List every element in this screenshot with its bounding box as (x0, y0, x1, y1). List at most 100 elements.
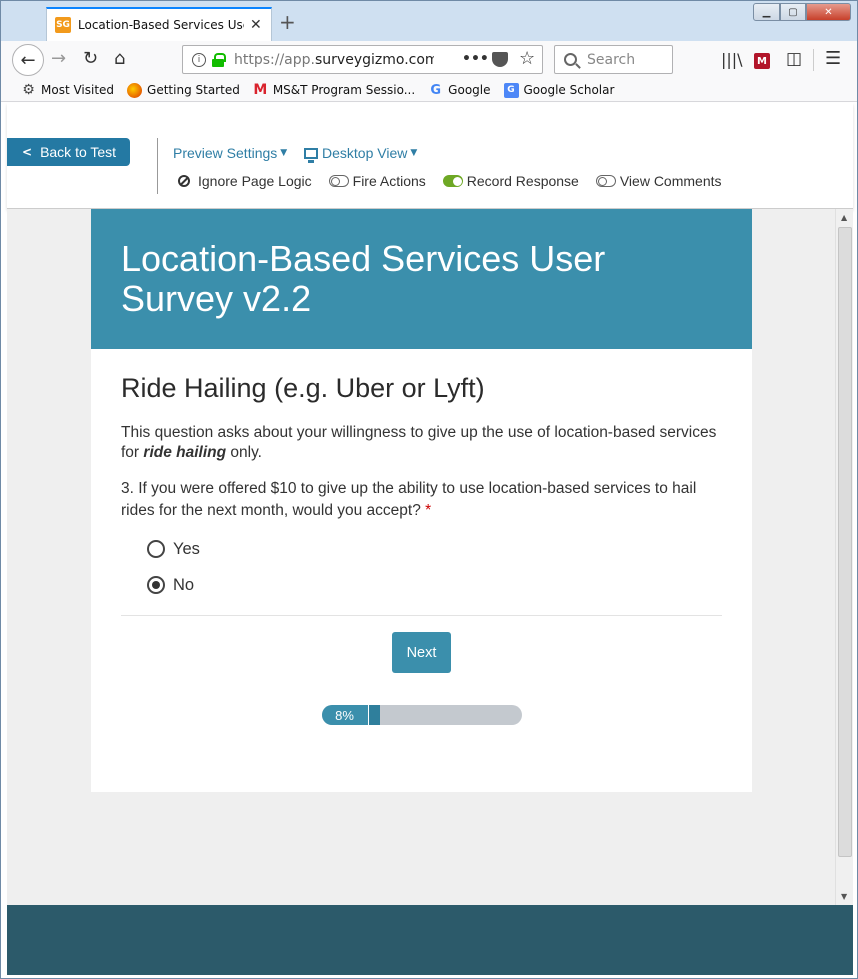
progress-marker (367, 705, 380, 725)
record-response-toggle[interactable]: Record Response (442, 173, 579, 189)
hamburger-menu-icon[interactable]: ☰ (825, 48, 841, 69)
survey-body: Ride Hailing (e.g. Uber or Lyft) This qu… (91, 349, 752, 749)
bookmark-most-visited[interactable]: ⚙ Most Visited (21, 82, 115, 98)
caret-down-icon: ▼ (410, 148, 418, 158)
option-label: No (173, 575, 195, 594)
chevron-left-icon: < (22, 145, 33, 159)
minimize-button[interactable]: ▁ (753, 3, 780, 21)
info-icon[interactable]: i (192, 52, 206, 67)
bookmark-mst-program[interactable]: M MS&T Program Sessio... (253, 82, 416, 98)
option-no[interactable]: No (147, 567, 722, 603)
option-yes[interactable]: Yes (147, 531, 722, 567)
divider (121, 615, 722, 616)
page-actions-icon[interactable]: ••• (462, 51, 489, 67)
toolbar-divider (157, 138, 158, 194)
ban-icon (178, 175, 190, 187)
survey-card: Location-Based Services User Survey v2.2… (91, 209, 752, 792)
desktop-view-label: Desktop View (322, 145, 408, 161)
new-tab-icon[interactable]: + (279, 10, 296, 34)
url-bar[interactable]: i https://app.surveygizmo.com/b ••• ☆ (182, 45, 543, 74)
question-label: 3. If you were offered $10 to give up th… (121, 480, 697, 519)
google-scholar-icon: G (503, 82, 519, 98)
bookmark-google[interactable]: G Google (428, 83, 490, 98)
back-to-test-label: Back to Test (40, 144, 117, 160)
required-marker: * (425, 502, 432, 519)
bookmarks-toolbar: ⚙ Most Visited Getting Started M MS&T Pr… (1, 79, 857, 102)
url-prefix: https://app. (234, 51, 315, 68)
radio-unchecked-icon[interactable] (147, 540, 165, 558)
mendeley-icon[interactable]: M (754, 53, 770, 69)
preview-options: Ignore Page Logic Fire Actions Record Re… (177, 173, 739, 189)
lock-icon[interactable] (212, 53, 226, 67)
intro-text-end: only. (226, 444, 262, 461)
intro-emphasis: ride hailing (143, 444, 227, 461)
maximize-button[interactable]: ▢ (780, 3, 806, 21)
tab-title: Location-Based Services User Survey (78, 18, 244, 32)
section-intro: This question asks about your willingnes… (121, 423, 722, 463)
caret-down-icon: ▼ (280, 148, 288, 158)
navigation-bar: ← → ↻ ⌂ i https://app.surveygizmo.com/b … (1, 41, 857, 79)
bookmark-star-icon[interactable]: ☆ (519, 48, 535, 69)
progress-label: 8% (335, 707, 354, 723)
view-comments-label: View Comments (619, 173, 722, 189)
bookmark-label: Getting Started (147, 83, 240, 97)
option-label: Yes (173, 539, 200, 558)
question-text: 3. If you were offered $10 to give up th… (121, 478, 722, 522)
search-placeholder: Search (587, 51, 636, 68)
reload-button[interactable]: ↻ (83, 48, 98, 69)
close-tab-icon[interactable]: ✕ (250, 17, 262, 33)
search-input[interactable]: Search (554, 45, 673, 74)
firefox-icon (127, 82, 143, 98)
tab-bar: SG Location-Based Services User Survey ✕… (1, 1, 857, 41)
gear-icon: ⚙ (22, 82, 35, 98)
ignore-page-logic-toggle[interactable]: Ignore Page Logic (177, 173, 312, 189)
pocket-icon[interactable] (492, 52, 508, 67)
search-icon (564, 53, 577, 66)
preview-settings-dropdown[interactable]: Preview Settings ▼ (173, 145, 287, 161)
bookmark-label: MS&T Program Sessio... (272, 83, 416, 97)
url-text[interactable]: https://app.surveygizmo.com/b (234, 52, 434, 68)
url-host: surveygizmo.com (315, 51, 434, 68)
page-footer (7, 905, 853, 975)
monitor-icon (304, 147, 318, 163)
record-response-label: Record Response (466, 173, 579, 189)
progress-bar: 8% (321, 705, 522, 725)
google-icon: G (430, 82, 441, 98)
toolbar-separator (813, 49, 814, 71)
bookmark-label: Google Scholar (523, 83, 615, 97)
view-comments-toggle[interactable]: View Comments (595, 173, 722, 189)
back-button[interactable]: ← (12, 44, 44, 76)
surveygizmo-favicon-icon: SG (55, 17, 71, 33)
close-window-button[interactable]: ✕ (806, 3, 851, 21)
browser-window: SG Location-Based Services User Survey ✕… (0, 0, 858, 979)
section-title: Ride Hailing (e.g. Uber or Lyft) (121, 373, 485, 403)
next-button[interactable]: Next (392, 632, 451, 673)
page-scrollbar[interactable]: ▲ ▼ (835, 209, 853, 905)
bookmark-label: Most Visited (41, 83, 115, 97)
scrollbar-thumb[interactable] (838, 227, 852, 857)
m-logo-icon: M (253, 82, 268, 98)
desktop-view-dropdown[interactable]: Desktop View ▼ (304, 145, 418, 163)
toggle-on-icon (442, 175, 463, 187)
library-icon[interactable]: |||\ (721, 50, 743, 69)
progress-fill: 8% (321, 705, 368, 725)
scroll-down-icon[interactable]: ▼ (841, 892, 847, 901)
forward-button[interactable]: → (51, 48, 66, 69)
home-button[interactable]: ⌂ (114, 48, 125, 69)
bookmark-google-scholar[interactable]: G Google Scholar (503, 82, 615, 98)
ignore-page-logic-label: Ignore Page Logic (198, 173, 312, 189)
fire-actions-toggle[interactable]: Fire Actions (328, 173, 426, 189)
survey-title: Location-Based Services User Survey v2.2 (91, 209, 752, 349)
back-to-test-button[interactable]: < Back to Test (7, 138, 130, 166)
preview-settings-label: Preview Settings (173, 145, 278, 161)
bookmark-label: Google (448, 83, 491, 97)
survey-page: Location-Based Services User Survey v2.2… (7, 209, 835, 905)
tab-survey[interactable]: SG Location-Based Services User Survey ✕ (46, 7, 272, 41)
bookmark-getting-started[interactable]: Getting Started (127, 82, 240, 98)
toggle-off-icon (328, 175, 349, 187)
toggle-off-icon (595, 175, 616, 187)
preview-toolbar: < Back to Test Preview Settings ▼ Deskto… (7, 103, 853, 209)
radio-checked-icon[interactable] (147, 576, 165, 594)
sidebar-icon[interactable]: ◫ (786, 49, 802, 69)
scroll-up-icon[interactable]: ▲ (841, 213, 847, 222)
